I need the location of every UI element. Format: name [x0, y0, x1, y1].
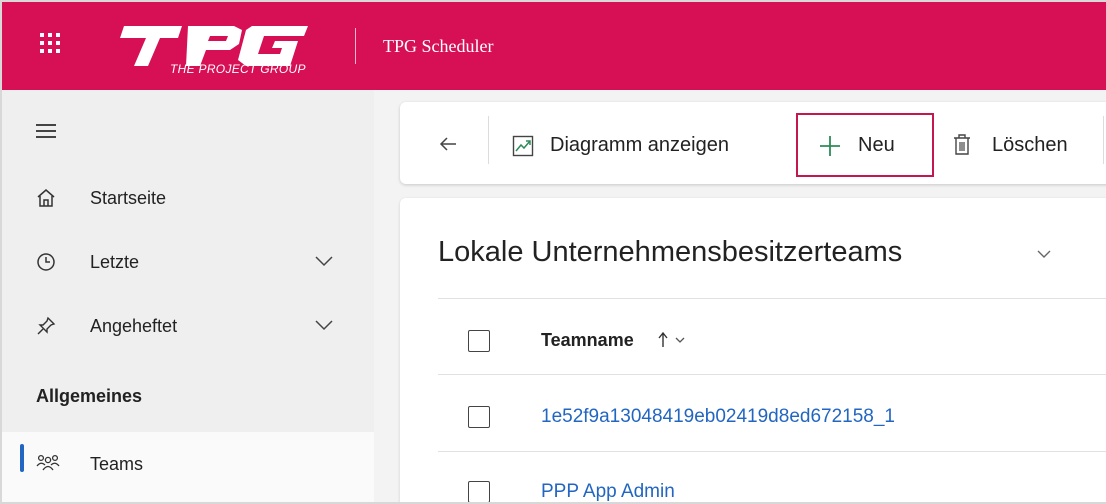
show-chart-label: Diagramm anzeigen	[550, 134, 729, 156]
hamburger-menu-icon[interactable]	[36, 124, 56, 138]
home-icon	[37, 189, 55, 207]
team-name-link[interactable]: 1e52f9a13048419eb02419d8ed672158_1	[541, 406, 895, 428]
column-header-teamname[interactable]: Teamname	[541, 330, 634, 351]
command-separator	[488, 116, 489, 164]
chart-icon	[512, 135, 534, 157]
header-separator	[438, 298, 1106, 299]
team-name-link[interactable]: PPP App Admin	[541, 481, 675, 502]
app-title[interactable]: TPG Scheduler	[383, 36, 493, 57]
view-title[interactable]: Lokale Unternehmensbesitzerteams	[438, 236, 902, 269]
people-icon	[36, 454, 60, 471]
sidebar-item-label: Teams	[90, 454, 144, 474]
sidebar-item-label: Letzte	[90, 252, 140, 272]
delete-button[interactable]: Löschen	[946, 114, 1096, 176]
select-all-checkbox[interactable]	[468, 330, 490, 352]
show-chart-button[interactable]: Diagramm anzeigen	[502, 114, 786, 176]
chevron-down-icon[interactable]	[314, 318, 334, 332]
header-divider	[355, 28, 356, 64]
sidebar-item-angeheftet[interactable]: Angeheftet	[2, 304, 374, 348]
sidebar-item-label: Startseite	[90, 188, 167, 208]
back-arrow-icon[interactable]	[438, 134, 458, 154]
table-row[interactable]	[438, 452, 1106, 502]
app-launcher-icon[interactable]	[40, 33, 62, 55]
app-window: THE PROJECT GROUP TPG Scheduler Startsei…	[0, 0, 1106, 504]
delete-label: Löschen	[992, 134, 1068, 156]
brand-subtitle: THE PROJECT GROUP	[170, 62, 306, 76]
command-separator	[1103, 116, 1104, 164]
sidebar-item-letzte[interactable]: Letzte	[2, 240, 374, 284]
row-checkbox[interactable]	[468, 406, 490, 428]
sort-ascending-icon[interactable]	[656, 330, 696, 350]
sidebar-item-label: Angeheftet	[90, 316, 178, 336]
row-checkbox[interactable]	[468, 481, 490, 502]
trash-icon	[954, 134, 970, 155]
chevron-down-icon[interactable]	[1036, 249, 1052, 259]
new-button-highlight	[796, 113, 934, 177]
chevron-down-icon[interactable]	[314, 254, 334, 268]
sidebar-item-startseite[interactable]: Startseite	[2, 176, 374, 220]
pin-icon	[37, 316, 56, 335]
sidebar-section-label: Allgemeines	[36, 386, 143, 406]
app-header: THE PROJECT GROUP TPG Scheduler	[2, 2, 1106, 90]
clock-icon	[37, 253, 55, 271]
selected-indicator	[20, 444, 24, 472]
